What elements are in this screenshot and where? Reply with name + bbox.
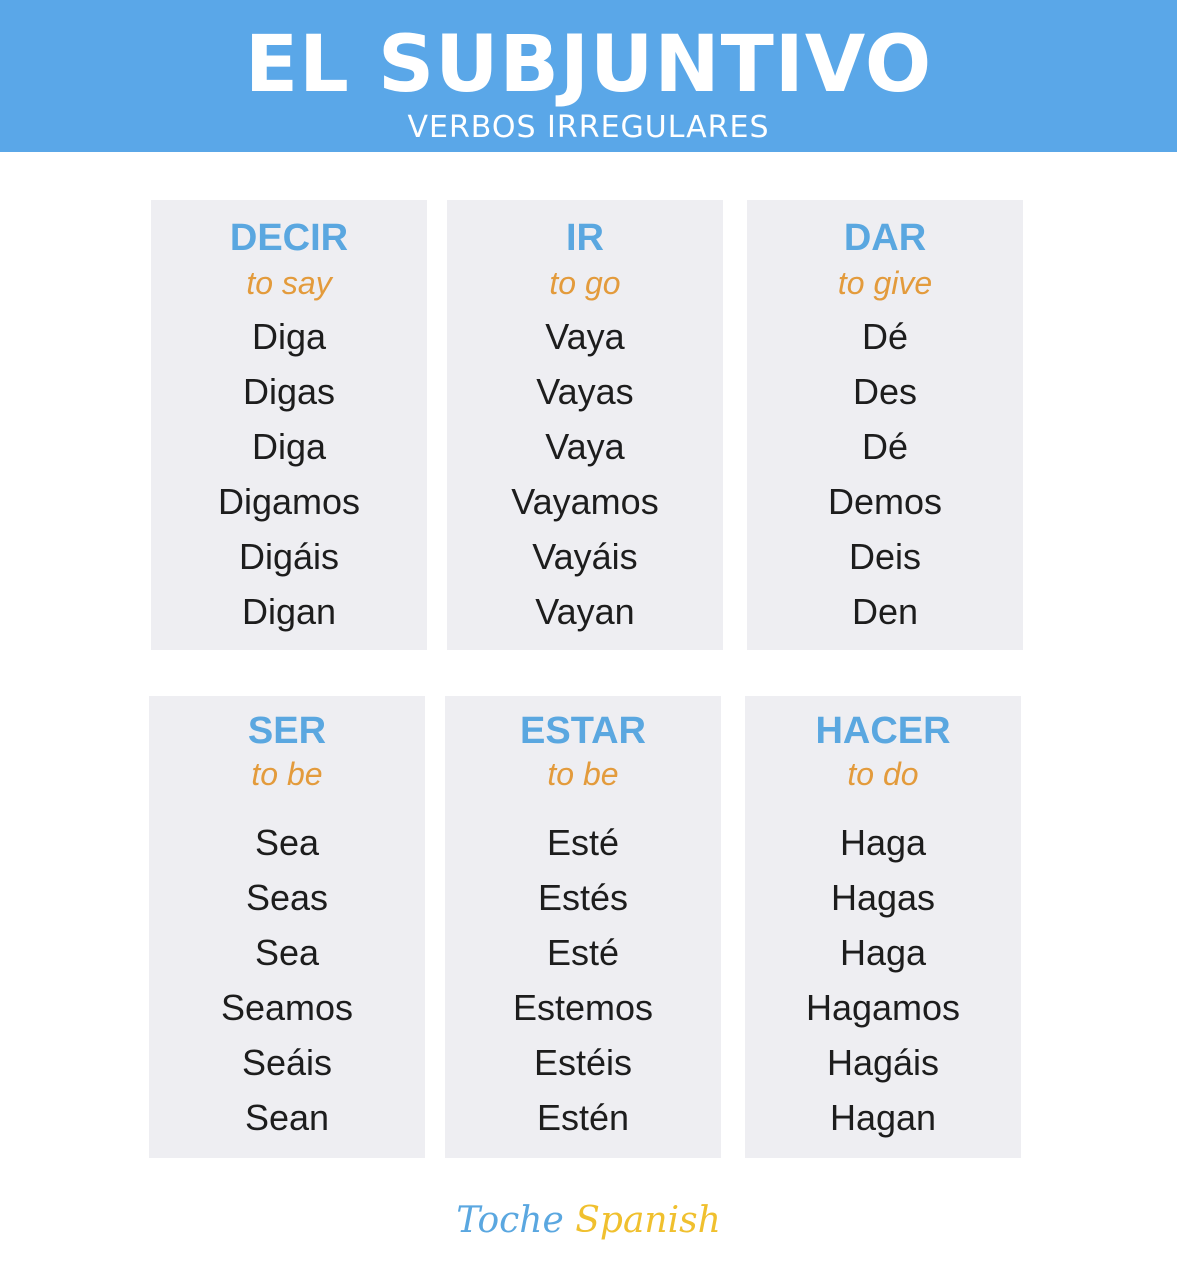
- conjugation-form: Den: [851, 591, 919, 632]
- page-subtitle: VERBOS IRREGULARES: [407, 110, 770, 145]
- conjugation-list: Haga Hagas Haga Hagamos Hagáis Hagan: [745, 815, 1021, 1145]
- conjugation-form: Digas: [242, 371, 336, 412]
- conjugation-form: Seáis: [241, 1042, 333, 1083]
- conjugation-form: Estés: [537, 877, 629, 918]
- conjugation-form: Digan: [241, 591, 337, 632]
- conjugation-form: Hagáis: [826, 1042, 940, 1083]
- conjugation-form: Esté: [546, 822, 620, 863]
- conjugation-list: Dé Des Dé Demos Deis Den: [747, 309, 1023, 639]
- conjugation-form: Vayáis: [532, 536, 638, 577]
- verb-title: IR: [566, 217, 604, 259]
- conjugation-form: Estemos: [512, 987, 654, 1028]
- conjugation-form: Hagamos: [805, 987, 961, 1028]
- conjugation-form: Hagas: [830, 877, 936, 918]
- verb-meaning: to go: [549, 265, 621, 301]
- conjugation-form: Seas: [245, 877, 329, 918]
- header-banner: EL SUBJUNTIVO VERBOS IRREGULARES: [0, 0, 1177, 152]
- verb-title: DECIR: [229, 217, 349, 259]
- conjugation-form: Hagan: [829, 1097, 937, 1138]
- verb-meaning: to say: [246, 265, 332, 301]
- conjugation-form: Vaya: [545, 426, 625, 467]
- verb-meaning: to be: [547, 756, 619, 792]
- verb-card-ser: SER to be Sea Seas Sea Seamos Seáis Sean: [149, 696, 425, 1158]
- conjugation-list: Esté Estés Esté Estemos Estéis Estén: [445, 815, 721, 1145]
- verb-card-hacer: HACER to do Haga Hagas Haga Hagamos Hagá…: [745, 696, 1021, 1158]
- brand-logo-part2: Spanish: [575, 1200, 721, 1241]
- conjugation-form: Digamos: [217, 481, 361, 522]
- conjugation-form: Haga: [839, 932, 927, 973]
- conjugation-form: Sea: [254, 822, 320, 863]
- conjugation-form: Estén: [536, 1097, 630, 1138]
- conjugation-form: Des: [852, 371, 918, 412]
- conjugation-form: Vayan: [535, 591, 635, 632]
- verb-title: HACER: [815, 710, 951, 752]
- conjugation-form: Esté: [546, 932, 620, 973]
- brand-logo-part1: Toche: [456, 1200, 564, 1241]
- brand-logo: Toche Spanish: [0, 1196, 1177, 1246]
- verb-card-dar: DAR to give Dé Des Dé Demos Deis Den: [747, 200, 1023, 650]
- verb-meaning: to do: [847, 756, 919, 792]
- verb-meaning: to be: [251, 756, 323, 792]
- conjugation-list: Vaya Vayas Vaya Vayamos Vayáis Vayan: [447, 309, 723, 639]
- conjugation-form: Haga: [839, 822, 927, 863]
- conjugation-form: Deis: [848, 536, 922, 577]
- conjugation-form: Digáis: [238, 536, 340, 577]
- page-title: EL SUBJUNTIVO: [244, 20, 933, 110]
- conjugation-form: Sea: [254, 932, 320, 973]
- conjugation-form: Vayas: [536, 371, 634, 412]
- conjugation-form: Diga: [251, 426, 327, 467]
- conjugation-form: Seamos: [220, 987, 354, 1028]
- conjugation-form: Vayamos: [511, 481, 659, 522]
- conjugation-form: Diga: [251, 316, 327, 357]
- verb-meaning: to give: [837, 265, 933, 301]
- conjugation-list: Diga Digas Diga Digamos Digáis Digan: [151, 309, 427, 639]
- conjugation-list: Sea Seas Sea Seamos Seáis Sean: [149, 815, 425, 1145]
- conjugation-form: Demos: [827, 481, 943, 522]
- verb-title: ESTAR: [520, 710, 646, 752]
- verb-card-decir: DECIR to say Diga Digas Diga Digamos Dig…: [151, 200, 427, 650]
- conjugation-form: Sean: [244, 1097, 330, 1138]
- conjugation-form: Estéis: [533, 1042, 633, 1083]
- verb-title: DAR: [843, 217, 927, 259]
- verb-card-estar: ESTAR to be Esté Estés Esté Estemos Esté…: [445, 696, 721, 1158]
- conjugation-form: Vaya: [545, 316, 625, 357]
- conjugation-form: Dé: [861, 316, 909, 357]
- verb-card-ir: IR to go Vaya Vayas Vaya Vayamos Vayáis …: [447, 200, 723, 650]
- conjugation-form: Dé: [861, 426, 909, 467]
- verb-title: SER: [247, 710, 327, 752]
